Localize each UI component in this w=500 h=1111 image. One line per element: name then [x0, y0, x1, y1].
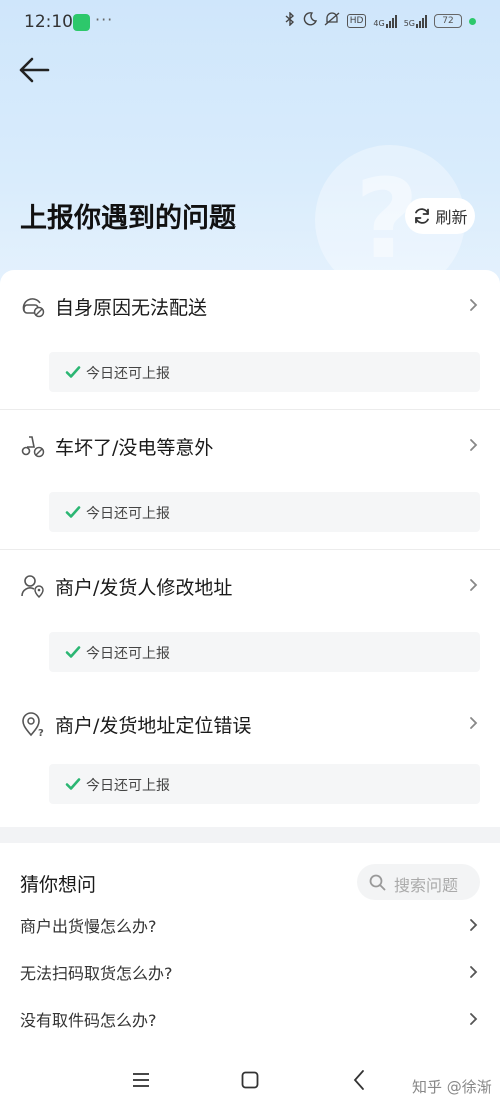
issue-header[interactable]: ? 商户/发货地址定位错误 [0, 696, 500, 756]
status-text: 今日还可上报 [86, 778, 170, 794]
scooter-rider-icon [22, 298, 45, 318]
svg-text:?: ? [38, 728, 44, 737]
arrow-left-icon [19, 57, 50, 83]
status-text: 今日还可上报 [86, 366, 170, 382]
check-icon [65, 778, 81, 790]
signal-4g-icon: 4G [373, 14, 397, 28]
issue-header[interactable]: 车坏了/没电等意外 [0, 418, 500, 478]
user-location-icon [21, 575, 44, 599]
faq-title: 猜你想问 [20, 874, 97, 896]
system-navigation-bar: 知乎 @徐渐 [0, 1055, 500, 1111]
chevron-right-icon [470, 966, 478, 978]
status-text: 今日还可上报 [86, 646, 170, 662]
search-icon [369, 874, 386, 891]
wechat-icon [73, 14, 90, 31]
bluetooth-icon [284, 11, 296, 30]
watermark: 知乎 @徐渐 [412, 1078, 492, 1096]
chevron-right-icon [470, 919, 478, 931]
chevron-right-icon [470, 299, 478, 311]
status-time: 12:10 [24, 12, 73, 32]
issue-header[interactable]: 自身原因无法配送 [0, 278, 500, 338]
battery-icon: 72 [434, 14, 462, 28]
issue-header[interactable]: 商户/发货人修改地址 [0, 558, 500, 618]
status-box: 今日还可上报 [49, 492, 480, 532]
search-placeholder: 搜索问题 [394, 876, 459, 895]
more-notifications-icon: ··· [95, 10, 114, 29]
faq-question: 无法扫码取货怎么办? [20, 964, 173, 983]
check-icon [65, 366, 81, 378]
refresh-button[interactable]: 刷新 [405, 198, 475, 234]
refresh-label: 刷新 [435, 208, 468, 227]
chevron-right-icon [470, 439, 478, 451]
issue-title: 商户/发货人修改地址 [55, 577, 233, 599]
status-bar: 12:10 ··· HD 4G 5G 72 [0, 0, 500, 44]
divider [0, 549, 500, 550]
home-square-icon[interactable] [241, 1071, 259, 1089]
back-button[interactable] [18, 55, 52, 85]
chevron-right-icon [470, 717, 478, 729]
header-background: ? 12:10 ··· HD 4G 5G 72 上报你遇到的问题 刷新 [0, 0, 500, 300]
chevron-right-icon [470, 579, 478, 591]
privacy-indicator-dot [469, 17, 476, 25]
status-box: 今日还可上报 [49, 352, 480, 392]
divider [0, 409, 500, 410]
faq-item[interactable]: 无法扫码取货怎么办? [0, 952, 500, 992]
refresh-icon [415, 208, 430, 224]
broken-scooter-icon [21, 436, 45, 458]
hd-badge: HD [346, 14, 367, 28]
signal-5g-label: 5G [403, 18, 415, 28]
menu-icon[interactable] [131, 1071, 151, 1089]
signal-5g-icon: 5G [403, 14, 427, 28]
faq-question: 没有取件码怎么办? [20, 1011, 157, 1030]
status-box: 今日还可上报 [49, 632, 480, 672]
issue-list-card: 自身原因无法配送 今日还可上报 车坏了/没电等意外 今日还可上报 商户/发货人修… [0, 270, 500, 827]
page-title: 上报你遇到的问题 [20, 203, 236, 234]
issue-title: 车坏了/没电等意外 [55, 437, 214, 459]
faq-item[interactable]: 商户出货慢怎么办? [0, 905, 500, 945]
status-text: 今日还可上报 [86, 506, 170, 522]
issue-title: 自身原因无法配送 [55, 297, 208, 319]
check-icon [65, 506, 81, 518]
back-chevron-icon[interactable] [351, 1069, 367, 1091]
faq-question: 商户出货慢怎么办? [20, 917, 157, 936]
check-icon [65, 646, 81, 658]
search-input[interactable]: 搜索问题 [357, 864, 480, 900]
chevron-right-icon [470, 1013, 478, 1025]
signal-4g-label: 4G [373, 18, 385, 28]
location-question-icon: ? [22, 712, 44, 737]
issue-title: 商户/发货地址定位错误 [55, 715, 252, 737]
moon-icon [303, 12, 317, 30]
faq-item[interactable]: 没有取件码怎么办? [0, 999, 500, 1039]
status-box: 今日还可上报 [49, 764, 480, 804]
mute-icon [324, 12, 340, 30]
